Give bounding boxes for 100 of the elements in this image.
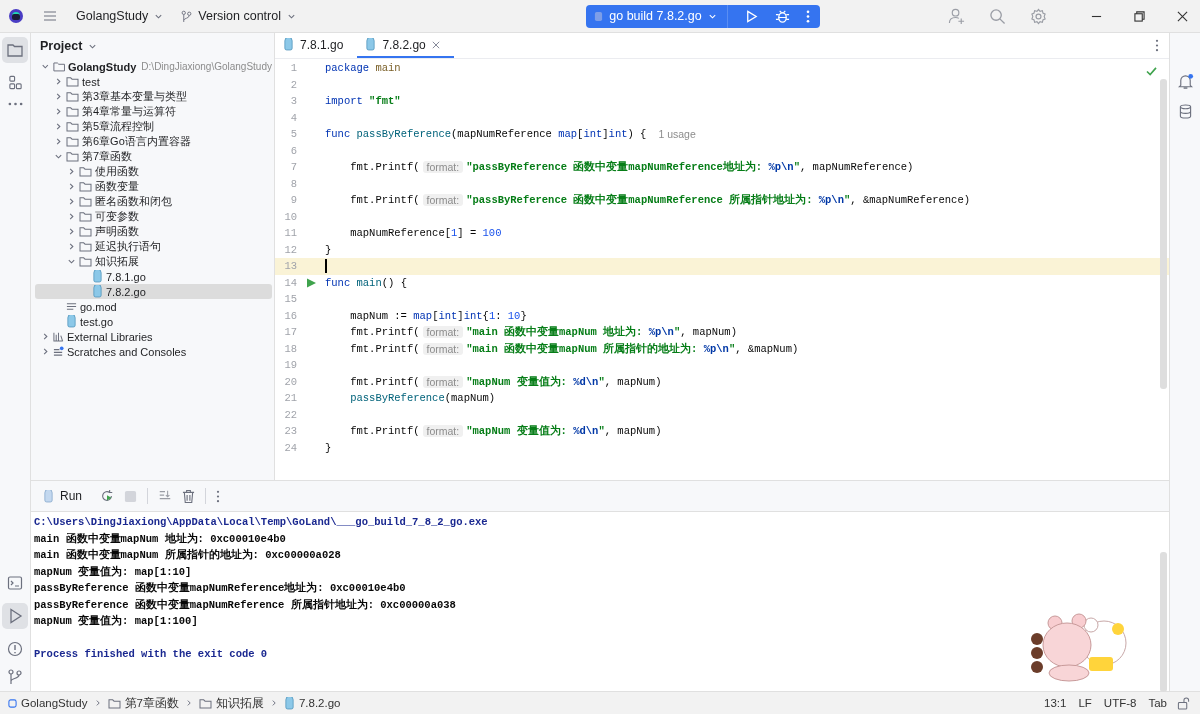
scrollbar[interactable] — [1160, 79, 1167, 389]
file-encoding[interactable]: UTF-8 — [1103, 697, 1137, 709]
breadcrumb[interactable]: 7.8.2.go — [283, 696, 341, 710]
indent-setting[interactable]: Tab — [1148, 697, 1167, 709]
tree-item[interactable]: 使用函数 — [35, 164, 272, 179]
menu-icon[interactable] — [42, 8, 58, 24]
tree-item[interactable]: go.mod — [35, 299, 272, 314]
tree-item-label: 知识拓展 — [95, 254, 139, 269]
project-dropdown[interactable]: GolangStudy — [72, 7, 168, 25]
cursor-position[interactable]: 13:1 — [1044, 697, 1067, 709]
add-user-icon[interactable] — [948, 7, 965, 25]
code-text: mapNumReference[ — [349, 227, 452, 240]
restore-icon[interactable] — [1134, 10, 1145, 22]
tree-item[interactable]: 第5章流程控制 — [35, 119, 272, 134]
folder-icon — [66, 76, 79, 87]
check-icon[interactable] — [1146, 67, 1157, 76]
console-line: mapNum 变量值为: map[1:10] — [34, 564, 193, 580]
editor-tab[interactable]: 7.8.2.go — [357, 33, 454, 58]
console-line: main 函数中变量mapNum 所属指针的地址为: 0xc00000a028 — [34, 547, 342, 563]
line-number: 12 — [283, 243, 297, 256]
database-icon[interactable] — [1178, 104, 1192, 119]
folder-icon — [79, 196, 92, 207]
code-text: } — [520, 309, 527, 322]
chevron-down-icon[interactable] — [41, 62, 50, 71]
more-icon[interactable] — [7, 102, 23, 106]
code-text: : — [495, 309, 503, 322]
tree-item[interactable]: Scratches and Consoles — [35, 344, 272, 359]
trash-icon[interactable] — [182, 488, 195, 504]
tree-item[interactable]: 可变参数 — [35, 209, 272, 224]
editor-tab[interactable]: 7.8.1.go — [275, 33, 358, 58]
debug-bug-icon[interactable] — [774, 8, 790, 24]
tree-item[interactable]: GolangStudy D:\DingJiaxiong\GolangStudy — [35, 59, 272, 74]
settings-icon[interactable] — [1030, 7, 1047, 25]
tree-item-label: 函数变量 — [95, 179, 139, 194]
folder-icon — [107, 697, 121, 709]
tree-item[interactable]: 知识拓展 — [35, 254, 272, 269]
code-escape: %d\n — [573, 425, 599, 438]
folder-icon — [66, 121, 79, 132]
chevron-down-icon[interactable] — [67, 257, 76, 266]
tree-item[interactable]: 第6章Go语言内置容器 — [35, 134, 272, 149]
run-icon[interactable] — [2, 603, 28, 629]
code-keyword: int — [463, 309, 483, 322]
breadcrumb[interactable]: GolangStudy — [8, 697, 88, 709]
console-line: passByReference 函数中变量mapNumReference 所属指针地址为: 0xc00000a038 — [34, 597, 457, 613]
breadcrumb-label: 知识拓展 — [215, 695, 264, 711]
folder-icon[interactable] — [2, 37, 28, 63]
breadcrumb[interactable]: 第7章函数 — [107, 695, 179, 711]
breadcrumb[interactable]: 知识拓展 — [198, 695, 264, 711]
tree-item[interactable]: test — [35, 74, 272, 89]
code-text: ] — [457, 309, 464, 322]
close-icon[interactable] — [1177, 10, 1188, 22]
panel-title[interactable]: Project — [40, 39, 83, 53]
tree-item[interactable]: test.go — [35, 314, 272, 329]
tree-item[interactable]: External Libraries — [35, 329, 272, 344]
structure-icon[interactable] — [7, 75, 23, 90]
terminal-icon[interactable] — [7, 575, 23, 591]
code-string: " — [728, 342, 736, 355]
git-branch-icon[interactable] — [8, 669, 22, 685]
run-gutter-icon[interactable] — [306, 277, 316, 288]
breadcrumb-label: 第7章函数 — [124, 695, 179, 711]
text-file-icon — [66, 301, 77, 312]
version-control-dropdown[interactable]: Version control — [177, 7, 300, 25]
more-icon[interactable] — [1155, 39, 1159, 52]
notification-bell-icon[interactable] — [1176, 73, 1194, 90]
code-call: fmt.Printf( — [349, 326, 420, 339]
chevron-down-icon[interactable] — [54, 152, 63, 161]
more-icon[interactable] — [216, 489, 220, 503]
code-call: fmt.Printf( — [349, 194, 420, 207]
line-number: 5 — [289, 128, 297, 141]
tree-item-label: 可变参数 — [95, 209, 139, 224]
code-string: "passByReference 函数中变量mapNumReference地址为: — [466, 160, 764, 175]
lock-icon[interactable] — [1177, 696, 1190, 710]
tree-item[interactable]: 7.8.2.go — [35, 284, 272, 299]
tree-item[interactable]: 匿名函数和闭包 — [35, 194, 272, 209]
code-string: "mapNum 变量值为: — [466, 374, 568, 389]
code-escape: %d\n — [573, 375, 599, 388]
tree-item[interactable]: 7.8.1.go — [35, 269, 272, 284]
more-icon[interactable] — [805, 8, 810, 24]
line-number: 16 — [283, 309, 297, 322]
breadcrumb-label: GolangStudy — [21, 697, 88, 709]
text-caret — [325, 259, 327, 274]
scrollbar[interactable] — [1160, 552, 1167, 692]
run-tab[interactable]: Run — [39, 486, 86, 506]
folder-icon — [79, 256, 92, 267]
code-call: fmt.Printf( — [349, 425, 420, 438]
line-ending[interactable]: LF — [1078, 697, 1092, 709]
tree-item[interactable]: 第7章函数 — [35, 149, 272, 164]
code-number: 100 — [482, 227, 502, 240]
run-configuration-dropdown[interactable]: go build 7.8.2.go — [594, 4, 728, 28]
problems-icon[interactable] — [7, 641, 23, 657]
rerun-icon[interactable] — [100, 489, 114, 503]
tree-item[interactable]: 延迟执行语句 — [35, 239, 272, 254]
tree-item[interactable]: 声明函数 — [35, 224, 272, 239]
search-icon[interactable] — [989, 7, 1006, 25]
tree-item[interactable]: 第3章基本变量与类型 — [35, 89, 272, 104]
tree-item[interactable]: 第4章常量与运算符 — [35, 104, 272, 119]
code-text: { — [482, 309, 489, 322]
tree-item[interactable]: 函数变量 — [35, 179, 272, 194]
code-string: "fmt" — [368, 95, 401, 108]
code-keyword: package — [325, 62, 370, 75]
